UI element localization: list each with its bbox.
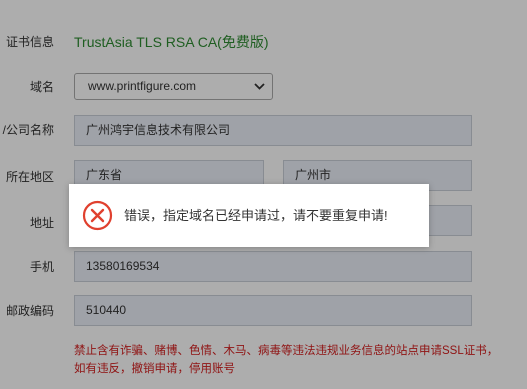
error-message: 错误，指定域名已经申请过，请不要重复申请! [124, 208, 388, 223]
error-dialog: 错误，指定域名已经申请过，请不要重复申请! [69, 184, 429, 247]
error-circle-x-icon [82, 200, 113, 231]
